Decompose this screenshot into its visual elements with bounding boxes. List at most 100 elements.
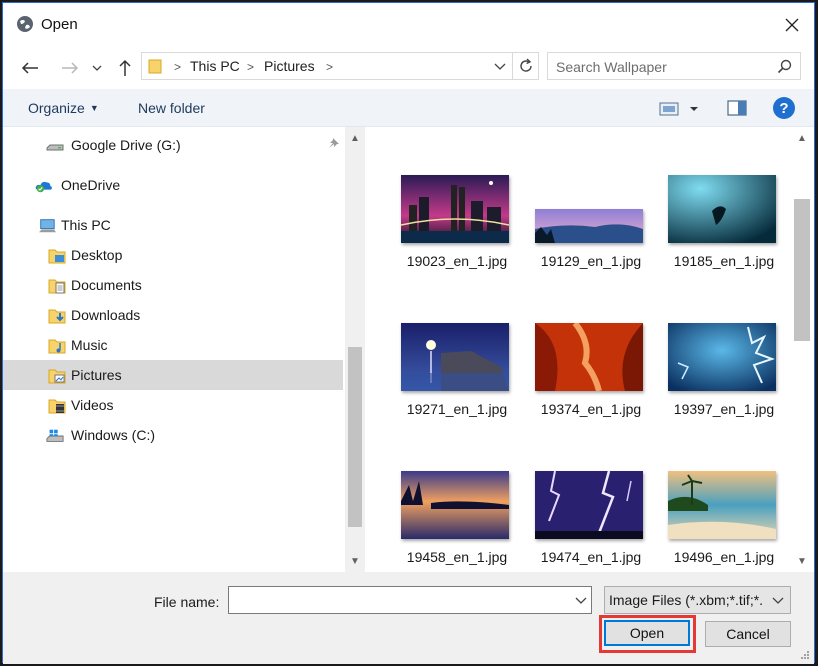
organize-menu[interactable]: Organize ▼	[28, 100, 99, 116]
nav-item-downloads[interactable]: Downloads	[3, 300, 343, 330]
file-type-select[interactable]: Image Files (*.xbm;*.tif;*.	[604, 586, 791, 614]
file-thumbnail	[535, 323, 643, 391]
file-list: 19023_en_1.jpg 19129_en_1.jpg 19185_en_1…	[365, 127, 791, 572]
scroll-up-icon[interactable]: ▲	[345, 129, 365, 147]
refresh-button[interactable]	[512, 53, 539, 79]
drive-icon	[46, 144, 64, 151]
nav-item-label: This PC	[61, 217, 111, 233]
view-options-icon	[659, 102, 698, 116]
file-thumbnail	[535, 209, 643, 243]
help-button[interactable]: ?	[773, 97, 795, 119]
desktop-folder-icon	[48, 249, 66, 264]
file-thumbnail	[668, 175, 776, 243]
breadcrumb-separator[interactable]: >	[174, 60, 181, 74]
file-thumbnail	[668, 471, 776, 539]
file-item[interactable]: 19185_en_1.jpg	[658, 175, 790, 287]
pin-icon[interactable]	[328, 137, 340, 149]
file-item[interactable]: 19023_en_1.jpg	[391, 175, 523, 287]
forward-button[interactable]	[57, 55, 83, 81]
nav-item-label: Google Drive (G:)	[71, 137, 181, 153]
file-name: 19271_en_1.jpg	[406, 401, 508, 417]
file-item[interactable]: 19458_en_1.jpg	[391, 471, 523, 572]
chevron-down-icon	[494, 63, 506, 70]
nav-item-pictures[interactable]: Pictures	[3, 360, 343, 390]
nav-item-videos[interactable]: Videos	[3, 390, 343, 420]
nav-item-google-drive[interactable]: Google Drive (G:)	[3, 130, 343, 160]
nav-item-documents[interactable]: Documents	[3, 270, 343, 300]
file-thumbnail	[668, 323, 776, 391]
computer-icon	[38, 219, 56, 233]
nav-item-label: Music	[71, 337, 108, 353]
pictures-folder-icon	[48, 369, 66, 384]
nav-item-windows-c[interactable]: Windows (C:)	[3, 420, 343, 450]
file-list-scrollbar[interactable]: ▲ ▼	[791, 127, 813, 572]
navigation-pane: Google Drive (G:) OneDrive This PC Deskt…	[3, 127, 365, 572]
nav-item-music[interactable]: Music	[3, 330, 343, 360]
cancel-button[interactable]: Cancel	[705, 621, 791, 647]
nav-item-label: OneDrive	[61, 177, 121, 193]
scroll-down-icon[interactable]: ▼	[345, 552, 365, 570]
breadcrumb-pictures[interactable]: Pictures	[264, 58, 315, 74]
close-icon	[785, 18, 799, 32]
globe-app-icon	[17, 16, 33, 32]
downloads-folder-icon	[48, 309, 66, 324]
file-name-input[interactable]	[233, 590, 563, 610]
resize-grip-icon[interactable]	[800, 650, 810, 660]
organize-label: Organize	[28, 100, 85, 116]
file-name: 19496_en_1.jpg	[673, 549, 775, 565]
file-list-scrollbar-thumb[interactable]	[794, 199, 810, 341]
search-input[interactable]	[556, 57, 766, 77]
open-button[interactable]: Open	[604, 620, 690, 646]
file-item[interactable]: 19129_en_1.jpg	[525, 175, 657, 287]
up-button[interactable]	[112, 55, 138, 81]
file-item[interactable]: 19474_en_1.jpg	[525, 471, 657, 572]
arrow-left-icon	[21, 62, 38, 74]
scroll-up-icon[interactable]: ▲	[791, 129, 813, 147]
command-bar: Organize ▼ New folder ?	[3, 89, 814, 127]
arrow-right-icon	[62, 62, 79, 74]
recent-locations-button[interactable]	[87, 55, 107, 81]
nav-item-desktop[interactable]: Desktop	[3, 240, 343, 270]
file-name: 19474_en_1.jpg	[540, 549, 642, 565]
address-history-button[interactable]	[490, 57, 510, 77]
file-name-field[interactable]	[228, 586, 592, 614]
nav-scrollbar[interactable]: ▲ ▼	[345, 127, 365, 572]
file-name: 19129_en_1.jpg	[540, 253, 642, 269]
file-type-value: Image Files (*.xbm;*.tif;*.	[609, 592, 764, 608]
window-title: Open	[41, 16, 78, 33]
caret-down-icon: ▼	[89, 103, 99, 113]
breadcrumb-this-pc[interactable]: This PC	[190, 58, 240, 74]
file-item[interactable]: 19271_en_1.jpg	[391, 323, 523, 435]
file-name: 19397_en_1.jpg	[673, 401, 775, 417]
nav-scrollbar-thumb[interactable]	[348, 347, 362, 527]
scroll-down-icon[interactable]: ▼	[791, 552, 813, 570]
search-box[interactable]	[547, 52, 801, 80]
file-name: 19374_en_1.jpg	[540, 401, 642, 417]
search-icon[interactable]	[777, 59, 792, 74]
breadcrumb-separator[interactable]: >	[326, 60, 333, 74]
file-name: 19185_en_1.jpg	[673, 253, 775, 269]
file-item[interactable]: 19397_en_1.jpg	[658, 323, 790, 435]
new-folder-button[interactable]: New folder	[138, 100, 205, 116]
nav-item-onedrive[interactable]: OneDrive	[3, 170, 343, 200]
change-view-button[interactable]	[659, 100, 705, 118]
nav-item-this-pc[interactable]: This PC	[3, 210, 343, 240]
dialog-footer: File name: Image Files (*.xbm;*.tif;*. O…	[3, 572, 814, 664]
close-button[interactable]	[770, 3, 814, 47]
file-name: 19023_en_1.jpg	[406, 253, 508, 269]
documents-folder-icon	[48, 279, 66, 294]
nav-item-label: Downloads	[71, 307, 141, 323]
file-item[interactable]: 19374_en_1.jpg	[525, 323, 657, 435]
file-thumbnail	[401, 175, 509, 243]
title-bar: Open	[3, 3, 814, 47]
arrow-up-icon	[119, 59, 131, 76]
preview-pane-icon	[727, 100, 747, 116]
file-item[interactable]: 19496_en_1.jpg	[658, 471, 790, 572]
nav-item-label: Videos	[71, 397, 114, 413]
preview-pane-button[interactable]	[727, 99, 747, 117]
breadcrumb-separator[interactable]: >	[247, 60, 254, 74]
back-button[interactable]	[17, 55, 43, 81]
help-icon: ?	[779, 99, 789, 117]
chevron-down-icon[interactable]	[575, 593, 587, 607]
address-bar[interactable]: > This PC > Pictures >	[141, 52, 539, 80]
